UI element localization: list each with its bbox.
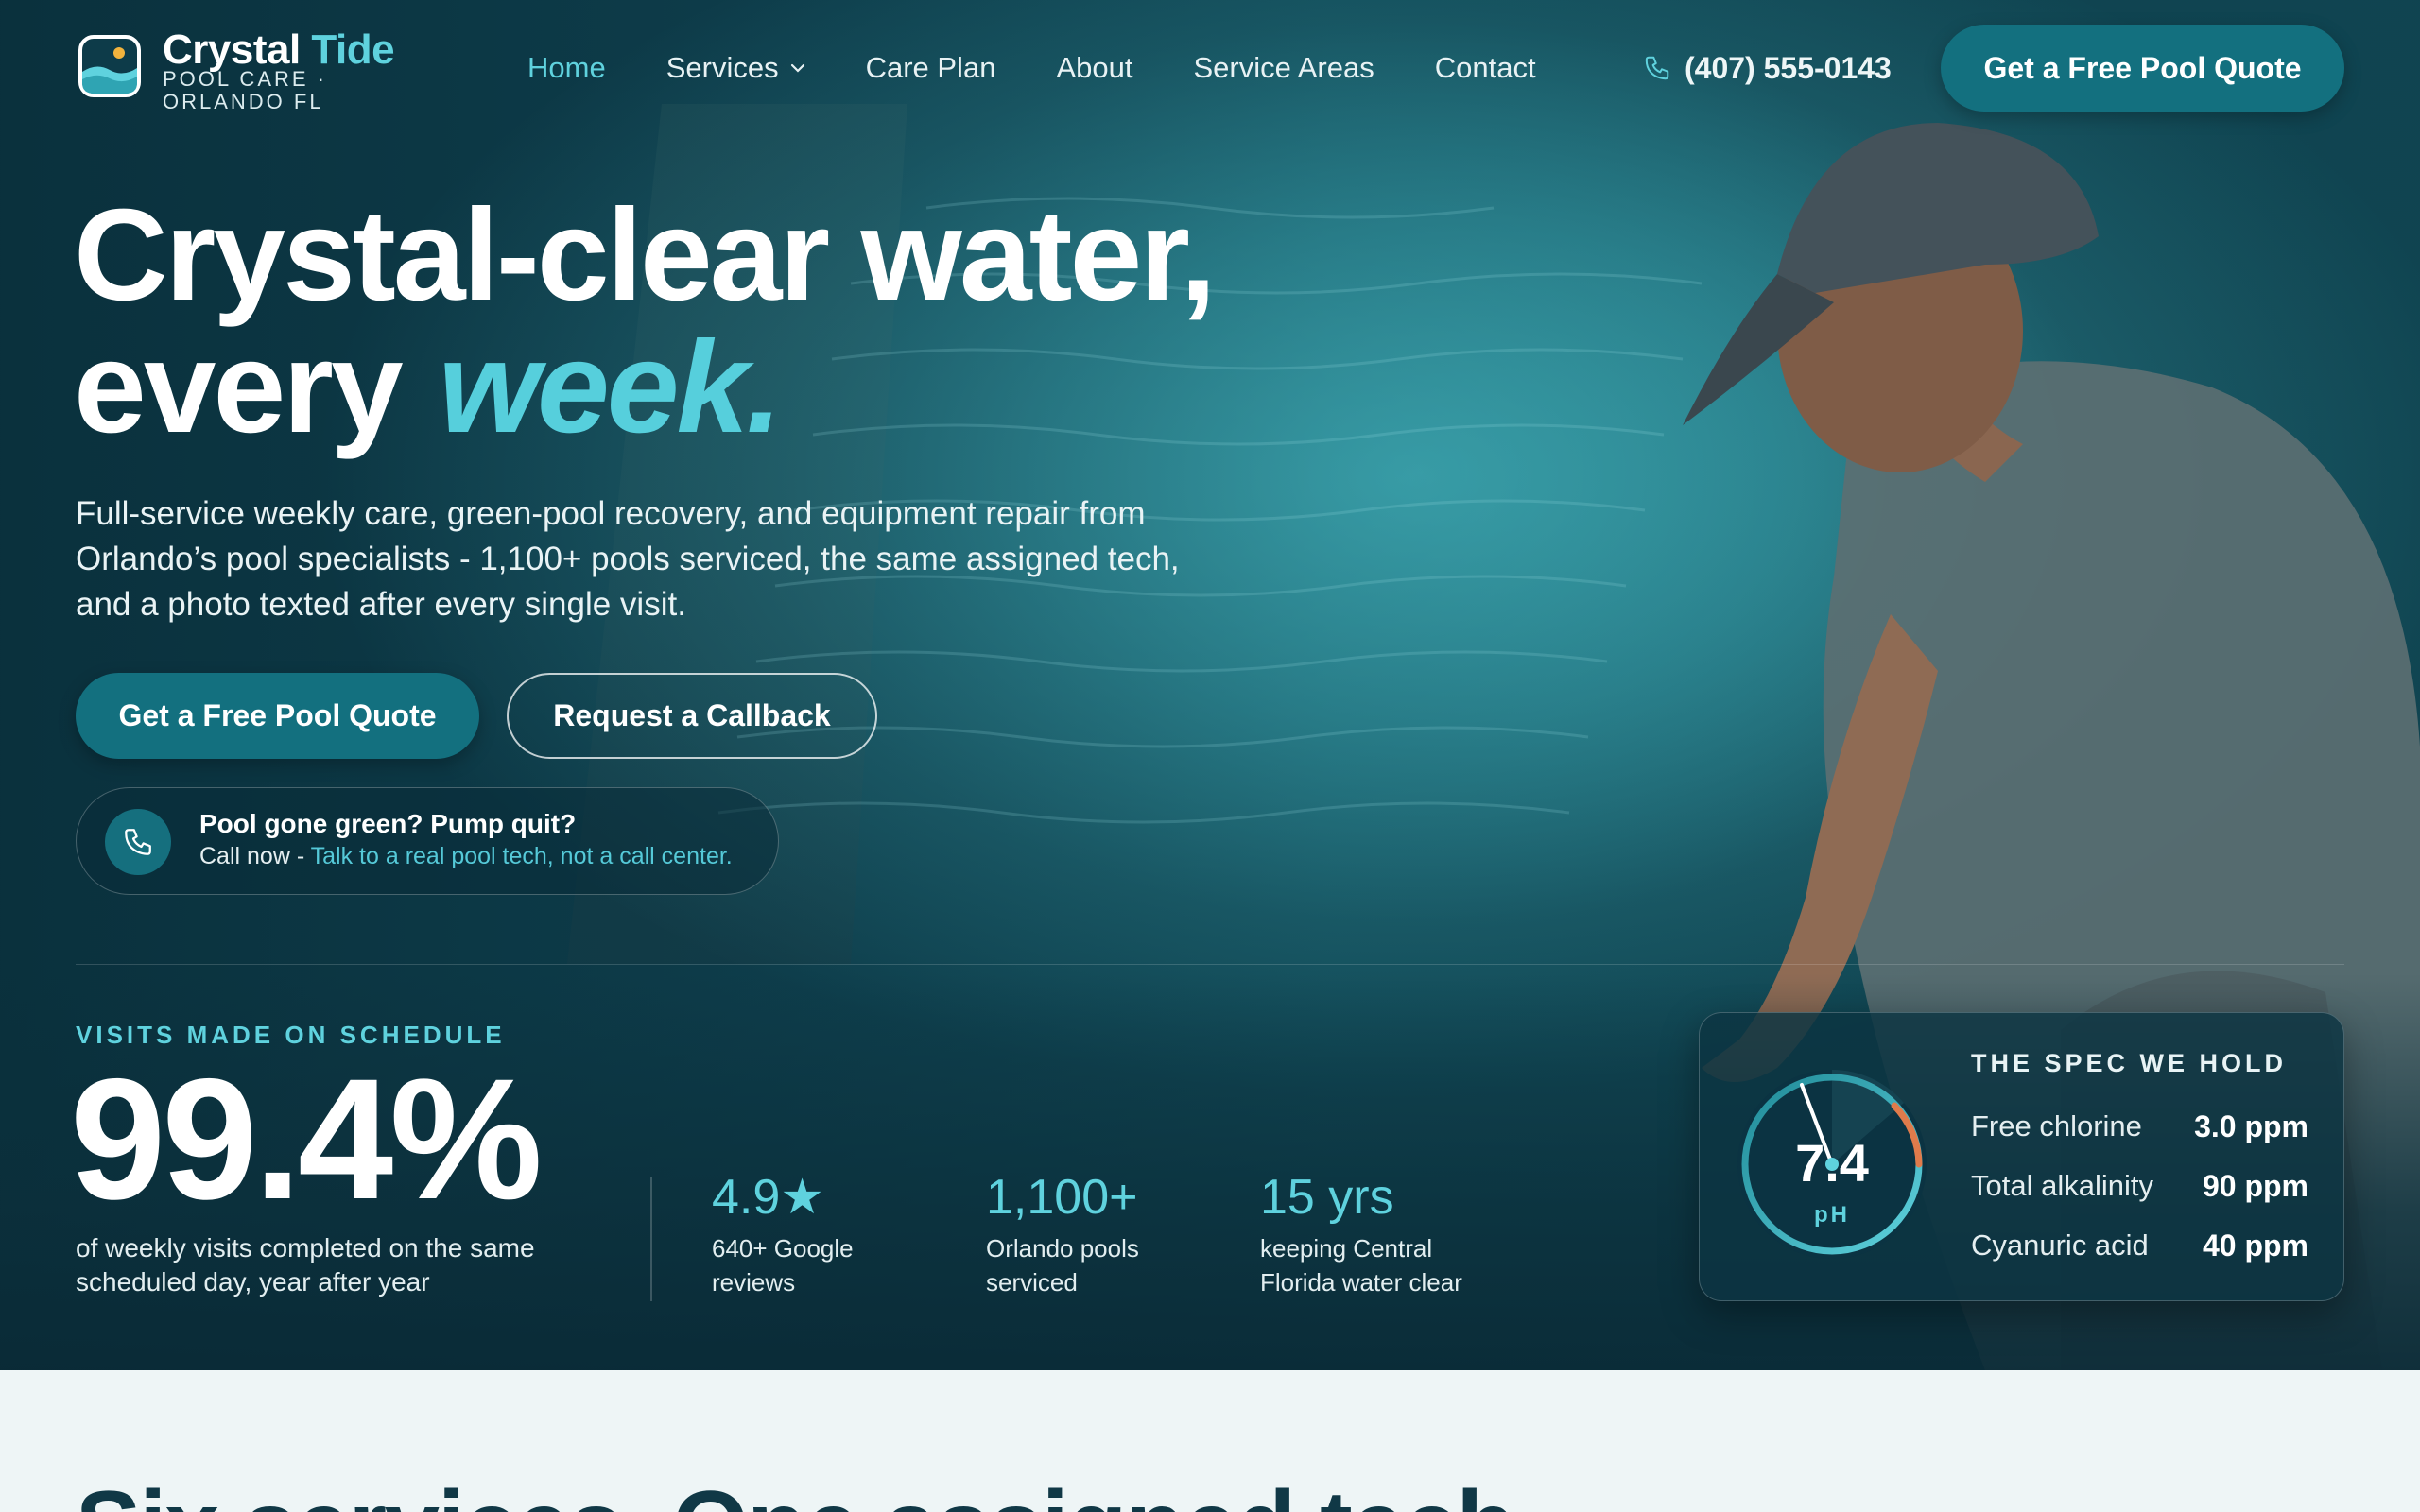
- spec-row-alkalinity: Total alkalinity 90 ppm: [1971, 1167, 2308, 1205]
- nav-contact[interactable]: Contact: [1435, 51, 1536, 85]
- stat-reviews: 4.9★ 640+ Google reviews: [712, 1169, 939, 1299]
- nav-phone-link[interactable]: (407) 555-0143: [1643, 49, 1892, 87]
- hero-headline: Crystal-clear water, every week.: [74, 189, 1303, 454]
- wave-sun-logo-icon: [78, 35, 141, 97]
- headline-accent: week.: [438, 315, 783, 460]
- nav-care-plan-label: Care Plan: [865, 51, 996, 84]
- nav-quote-button[interactable]: Get a Free Pool Quote: [1941, 25, 2344, 112]
- callout-title: Pool gone green? Pump quit?: [199, 809, 577, 838]
- stat-reviews-label: 640+ Google reviews: [712, 1234, 854, 1297]
- nav-home[interactable]: Home: [527, 51, 606, 85]
- chevron-down-icon: [790, 63, 804, 73]
- get-quote-button[interactable]: Get a Free Pool Quote: [76, 673, 479, 759]
- water-spec-card: 7.4 pH THE SPEC WE HOLD Free chlorine 3.…: [1699, 1012, 2344, 1301]
- spec-name: Total alkalinity: [1971, 1169, 2153, 1202]
- spec-row-chlorine: Free chlorine 3.0 ppm: [1971, 1108, 2308, 1145]
- spec-title: THE SPEC WE HOLD: [1971, 1049, 2288, 1077]
- hero-divider: [76, 964, 2344, 965]
- stat-years: 15 yrs keeping Central Florida water cle…: [1260, 1169, 1487, 1299]
- emergency-callout[interactable]: Pool gone green? Pump quit? Call now - T…: [76, 787, 779, 895]
- nav-phone-number: (407) 555-0143: [1685, 50, 1892, 85]
- brand-tagline: POOL CARE · ORLANDO FL: [163, 67, 327, 113]
- brand-logo[interactable]: Crystal Tide POOL CARE · ORLANDO FL: [76, 15, 454, 119]
- spec-name: Cyanuric acid: [1971, 1228, 2149, 1262]
- spec-value: 40 ppm: [2202, 1228, 2308, 1263]
- nav-service-areas-label: Service Areas: [1193, 51, 1374, 84]
- nav-service-areas[interactable]: Service Areas: [1193, 51, 1374, 85]
- spec-name: Free chlorine: [1971, 1109, 2142, 1143]
- stats-separator: [650, 1177, 652, 1301]
- phone-icon: [125, 829, 151, 855]
- stat-pools-value: 1,100+: [986, 1170, 1138, 1225]
- ph-unit: pH: [1814, 1202, 1850, 1228]
- stat-years-value: 15 yrs: [1260, 1170, 1394, 1225]
- callout-phone-badge: [105, 809, 171, 875]
- top-navbar: Crystal Tide POOL CARE · ORLANDO FL Home…: [0, 0, 2420, 137]
- spec-value: 90 ppm: [2202, 1168, 2308, 1203]
- nav-about[interactable]: About: [1056, 51, 1132, 85]
- nav-services-label: Services: [666, 51, 779, 84]
- headline-line2: every week.: [74, 321, 1303, 454]
- spec-row-cyanuric: Cyanuric acid 40 ppm: [1971, 1227, 2308, 1264]
- stat-years-label: keeping Central Florida water clear: [1260, 1234, 1462, 1297]
- services-heading: Six services. One assigned tech.: [76, 1470, 1542, 1512]
- callout-lead: Call now -: [199, 843, 311, 869]
- nav-services[interactable]: Services: [666, 51, 805, 85]
- nav-about-label: About: [1056, 51, 1133, 84]
- ph-value: 7.4: [1795, 1133, 1869, 1193]
- nav-care-plan[interactable]: Care Plan: [866, 51, 996, 85]
- callout-link[interactable]: Talk to a real pool tech, not a call cen…: [311, 843, 733, 869]
- main-nav: Home Services Care Plan About Service Ar…: [527, 49, 1597, 87]
- nav-home-label: Home: [527, 51, 606, 84]
- stat-pools-label: Orlando pools serviced: [986, 1234, 1139, 1297]
- spec-value: 3.0 ppm: [2194, 1108, 2308, 1143]
- nav-contact-label: Contact: [1434, 51, 1536, 84]
- request-callback-button[interactable]: Request a Callback: [507, 673, 877, 759]
- headline-stat-value: 99.4%: [70, 1042, 543, 1235]
- brand-name-part1: Crystal: [163, 26, 301, 73]
- brand-name-part2: Tide: [311, 26, 395, 73]
- callout-text: Call now - Talk to a real pool tech, not…: [199, 843, 733, 870]
- services-section: Six services. One assigned tech.: [0, 1370, 2420, 1512]
- headline-stat-desc: of weekly visits completed on the same s…: [76, 1233, 535, 1297]
- phone-icon: [1645, 56, 1669, 80]
- headline-line2-plain: every: [74, 315, 404, 460]
- headline-line1: Crystal-clear water,: [74, 182, 1217, 328]
- stat-reviews-value: 4.9★: [712, 1170, 824, 1225]
- stat-pools: 1,100+ Orlando pools serviced: [986, 1169, 1194, 1299]
- hero-subcopy: Full-service weekly care, green-pool rec…: [76, 495, 1180, 623]
